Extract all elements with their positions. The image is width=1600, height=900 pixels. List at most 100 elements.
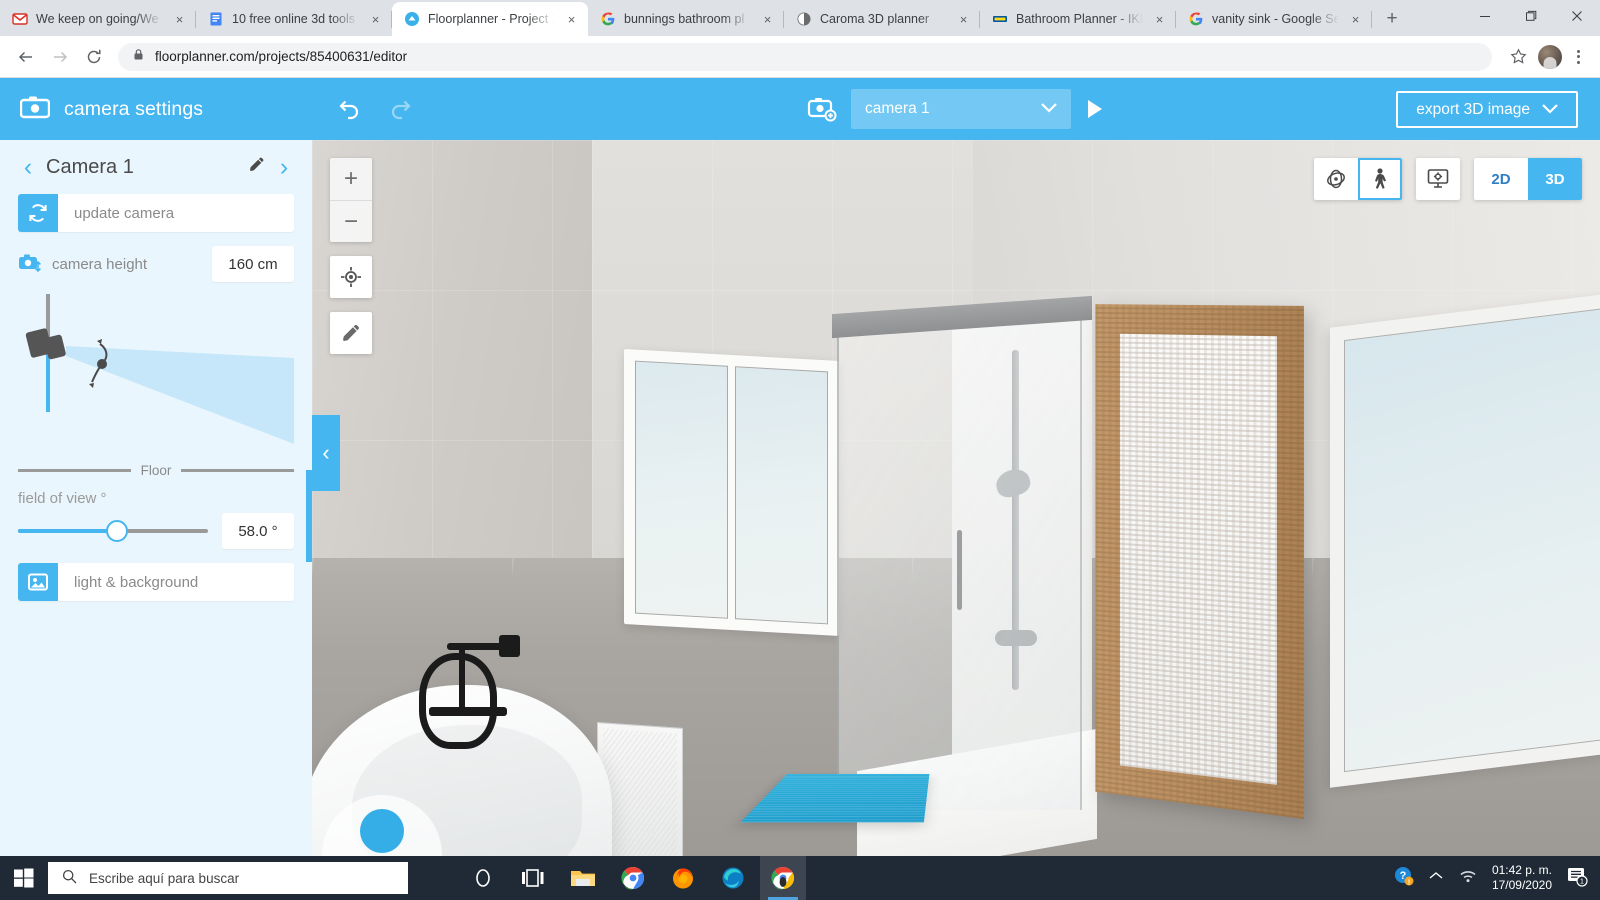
forward-button[interactable] (44, 41, 76, 73)
viewport-left-controls: + − (330, 158, 372, 354)
field-of-view-label: field of view ° (18, 490, 107, 507)
zoom-in-button[interactable]: + (330, 158, 372, 200)
faucet-stem (459, 649, 465, 715)
help-icon[interactable]: ?! (1394, 866, 1414, 891)
new-tab-button[interactable]: + (1378, 5, 1406, 33)
edge-icon[interactable] (710, 856, 756, 900)
camera-marker-dot[interactable] (360, 809, 404, 853)
tab-title: Caroma 3D planner (820, 12, 930, 26)
tab-title: We keep on going/We (36, 12, 159, 26)
file-explorer-icon[interactable] (560, 856, 606, 900)
browser-tab[interactable]: 10 free online 3d tools × (196, 2, 392, 36)
close-window-button[interactable] (1554, 0, 1600, 32)
tab-close-icon[interactable]: × (1151, 11, 1168, 28)
chrome-active-icon[interactable] (760, 856, 806, 900)
camera-diagram[interactable]: Floor (18, 294, 295, 478)
windows-taskbar: Escribe aquí para buscar ? ! 01:42 p. m.… (0, 856, 1600, 900)
tab-title: Bathroom Planner - IKE (1016, 12, 1143, 26)
view-mode-group: 2D 3D (1474, 158, 1582, 200)
browser-tab[interactable]: We keep on going/We × (0, 2, 196, 36)
three-dots-icon[interactable] (1566, 49, 1590, 64)
walk-person-icon[interactable] (1358, 158, 1402, 200)
floor-divider: Floor (18, 463, 295, 478)
back-button[interactable] (10, 41, 42, 73)
view-2d-button[interactable]: 2D (1474, 158, 1528, 200)
add-camera-icon[interactable] (807, 96, 837, 122)
field-of-view-row: 58.0 ° (18, 513, 294, 549)
action-center-icon[interactable]: 1 (1566, 865, 1588, 892)
address-bar[interactable]: floorplanner.com/projects/85400631/edito… (118, 42, 1492, 71)
collapse-sidebar-handle[interactable]: ‹ (312, 415, 340, 491)
camera-select[interactable]: camera 1 (851, 89, 1071, 129)
firefox-icon[interactable] (660, 856, 706, 900)
camera-name: Camera 1 (46, 155, 134, 178)
refresh-icon (18, 194, 58, 232)
search-input[interactable]: Escribe aquí para buscar (48, 862, 408, 894)
chevron-down-icon (1542, 101, 1558, 119)
tab-close-icon[interactable]: × (171, 11, 188, 28)
tab-title: bunnings bathroom pl (624, 12, 745, 26)
light-background-button[interactable]: light & background (18, 563, 294, 601)
minimize-button[interactable] (1462, 0, 1508, 32)
chevron-down-icon (1041, 100, 1057, 118)
clock[interactable]: 01:42 p. m. 17/09/2020 (1492, 863, 1552, 893)
wifi-icon[interactable] (1458, 868, 1478, 889)
field-of-view-input[interactable]: 58.0 ° (222, 513, 294, 549)
maximize-button[interactable] (1508, 0, 1554, 32)
undo-icon[interactable] (336, 97, 362, 121)
tab-title: vanity sink - Google Se (1212, 12, 1339, 26)
play-icon[interactable] (1085, 98, 1105, 120)
browser-tab[interactable]: bunnings bathroom pl × (588, 2, 784, 36)
camera-select-value: camera 1 (865, 100, 930, 117)
star-icon[interactable] (1502, 41, 1534, 73)
avatar[interactable] (1538, 44, 1562, 69)
show-hidden-icons[interactable] (1428, 869, 1444, 887)
cortana-icon[interactable] (460, 856, 506, 900)
pencil-icon[interactable] (247, 155, 266, 179)
task-view-icon[interactable] (510, 856, 556, 900)
tab-close-icon[interactable]: × (367, 11, 384, 28)
black-tub-faucet[interactable] (407, 635, 522, 755)
floor-label: Floor (140, 463, 172, 478)
floorplanner-icon (404, 11, 420, 27)
camera-height-input[interactable]: 160 cm (212, 246, 294, 282)
leaning-mirror[interactable] (1095, 304, 1304, 820)
redo-icon[interactable] (388, 97, 414, 121)
recenter-button[interactable] (330, 256, 372, 298)
taskbar-items (460, 856, 806, 900)
svg-text:!: ! (1408, 879, 1410, 886)
tab-strip: We keep on going/We × 10 free online 3d … (0, 0, 1600, 36)
faucet-head (499, 635, 520, 657)
tab-close-icon[interactable]: × (563, 11, 580, 28)
export-3d-image-button[interactable]: export 3D image (1396, 91, 1578, 128)
3d-scene[interactable]: + − ‹ 2D 3D (312, 140, 1600, 858)
browser-tab-active[interactable]: Floorplanner - Project 1 × (392, 2, 588, 36)
view-3d-button[interactable]: 3D (1528, 158, 1582, 200)
right-window[interactable] (1330, 292, 1600, 788)
floor-line-right (181, 469, 295, 472)
slider-knob[interactable] (105, 520, 128, 542)
edit-plan-button[interactable] (330, 312, 372, 354)
field-of-view-slider[interactable] (18, 518, 208, 544)
system-tray: ?! 01:42 p. m. 17/09/2020 1 (1394, 863, 1600, 893)
camera-selector-group: camera 1 (807, 89, 1105, 129)
clock-date: 17/09/2020 (1491, 878, 1552, 892)
ikea-icon (992, 11, 1008, 27)
tab-close-icon[interactable]: × (955, 11, 972, 28)
monitor-gear-icon[interactable] (1416, 158, 1460, 200)
prev-camera-button[interactable]: ‹ (18, 154, 38, 180)
chrome-icon[interactable] (610, 856, 656, 900)
windows-icon[interactable] (0, 856, 48, 900)
window-controls (1462, 0, 1600, 36)
browser-tab[interactable]: vanity sink - Google Se × (1176, 2, 1372, 36)
tab-close-icon[interactable]: × (1347, 11, 1364, 28)
orbit-icon[interactable] (1314, 158, 1358, 200)
next-camera-button[interactable]: › (274, 154, 294, 180)
browser-tab[interactable]: Bathroom Planner - IKE × (980, 2, 1176, 36)
browser-tab[interactable]: Caroma 3D planner × (784, 2, 980, 36)
two-pane-window[interactable] (624, 348, 839, 637)
zoom-out-button[interactable]: − (330, 200, 372, 242)
tab-close-icon[interactable]: × (759, 11, 776, 28)
update-camera-button[interactable]: update camera (18, 194, 294, 232)
reload-button[interactable] (78, 41, 110, 73)
